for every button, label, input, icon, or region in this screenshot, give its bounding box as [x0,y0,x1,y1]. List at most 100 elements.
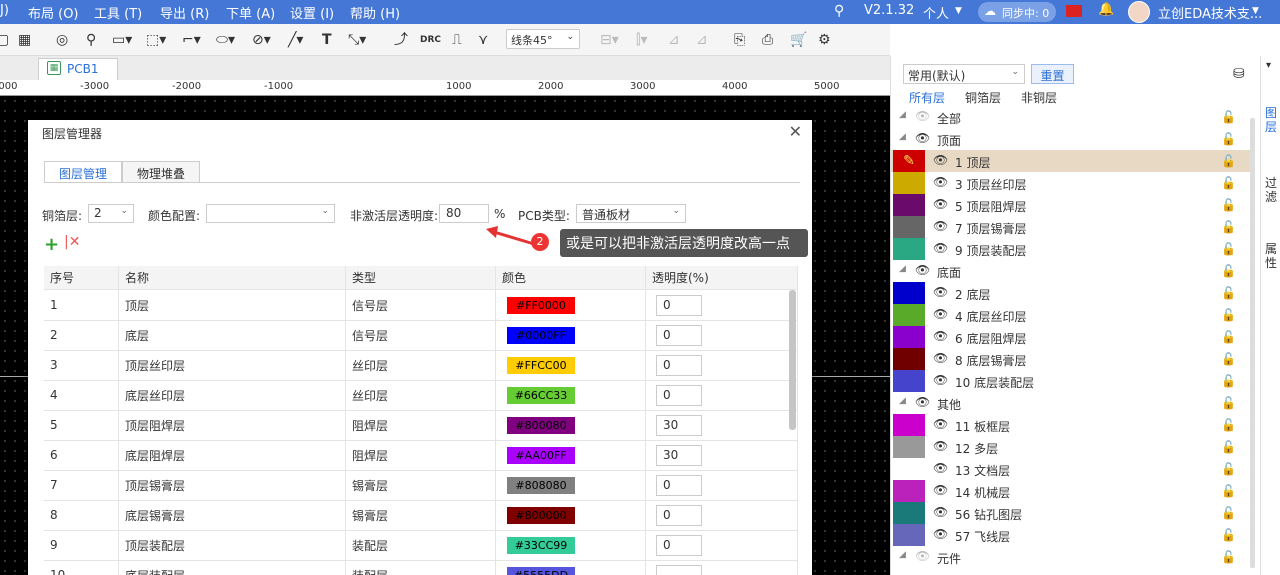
collapse-icon[interactable]: ◢ [899,396,906,406]
drc-icon[interactable]: DRC [420,30,441,50]
text-icon[interactable]: T [322,30,332,50]
dimension-icon[interactable]: ⤡▾ [348,30,366,50]
unlock-icon[interactable]: 🔓 [1221,374,1236,388]
route-icon[interactable]: ⎍ [452,30,462,50]
mirror-icon[interactable]: ⊿ [668,30,680,50]
layer-color-swatch[interactable] [893,436,925,458]
eye-icon[interactable]: 👁 [933,285,948,299]
opacity-input[interactable]: 0 [656,294,702,316]
opacity-input[interactable]: 30 [656,444,702,466]
eye-icon[interactable]: 👁 [915,395,930,409]
return-icon[interactable]: ⤴ [394,30,408,50]
eye-icon[interactable]: 👁 [933,461,948,475]
polygon-icon[interactable]: ⌐▾ [182,30,201,50]
unlock-icon[interactable]: 🔓 [1221,352,1236,366]
layer-item[interactable]: 👁 2 底层 🔓 [891,282,1253,304]
unlock-icon[interactable]: 🔓 [1221,110,1236,124]
eye-icon[interactable]: 👁 [933,439,948,453]
layer-color-swatch[interactable] [893,348,925,370]
via-icon[interactable]: ◎ [56,30,68,50]
inactive-opacity-input[interactable]: 80 [439,204,489,223]
layer-color-swatch[interactable]: ✎ [893,150,925,172]
layer-item[interactable]: 👁 6 底层阻焊层 🔓 [891,326,1253,348]
rect-icon[interactable]: ▭▾ [112,30,132,50]
unlock-icon[interactable]: 🔓 [1221,154,1236,168]
flip-icon[interactable]: ⊿ [696,30,708,50]
menu-order[interactable]: 下单 (A) [226,3,275,22]
account-chevron-icon[interactable]: ▼ [1252,6,1259,16]
layer-item[interactable]: 👁 7 顶层锡膏层 🔓 [891,216,1253,238]
unlock-icon[interactable]: 🔓 [1221,418,1236,432]
layer-item[interactable]: 👁 56 钻孔图层 🔓 [891,502,1253,524]
tab-non-copper[interactable]: 非铜层 [1021,89,1057,106]
gear-icon[interactable]: ⚙ [818,30,831,50]
layer-group[interactable]: ◢ 👁 全部 🔓 [891,106,1253,128]
layer-color-swatch[interactable] [893,370,925,392]
layer-group[interactable]: ◢ 👁 元件 🔓 [891,546,1253,568]
eye-icon[interactable]: 👁 [933,241,948,255]
color-swatch[interactable]: #0000FF [507,326,575,344]
eye-icon[interactable]: 👁 [933,527,948,541]
layer-group[interactable]: ◢ 👁 其他 🔓 [891,392,1253,414]
grid-icon[interactable]: ▦ [18,30,31,50]
unlock-icon[interactable]: 🔓 [1221,242,1236,256]
reset-button[interactable]: 重置 [1031,64,1074,84]
color-swatch[interactable]: #AA00FF [507,446,575,464]
collapse-icon[interactable]: ◢ [899,550,906,560]
table-row[interactable]: 9 顶层装配层 装配层 #33CC99 0 [44,530,798,561]
side-tab-layers[interactable]: 图层 [1265,106,1277,134]
layer-item[interactable]: 👁 10 底层装配层 🔓 [891,370,1253,392]
color-config-select[interactable]: ⌄ [206,204,335,223]
add-layer-icon[interactable]: + [44,234,59,255]
color-swatch[interactable]: #5555DD [507,566,575,575]
table-row[interactable]: 4 底层丝印层 丝印层 #66CC33 0 [44,380,798,411]
table-row[interactable]: 2 底层 信号层 #0000FF 0 [44,320,798,351]
opacity-input[interactable]: 0 [656,384,702,406]
unlock-icon[interactable]: 🔓 [1221,308,1236,322]
eye-icon[interactable]: 👁 [933,417,948,431]
scrollbar[interactable] [789,290,796,430]
sync-status[interactable]: ☁ 同步中: 0 [978,2,1056,22]
table-row[interactable]: 8 底层锡膏层 锡膏层 #800000 0 [44,500,798,531]
eye-icon[interactable]: 👁 [933,175,948,189]
pcb-type-select[interactable]: 普通板材 ⌄ [576,204,686,223]
eye-icon[interactable]: 👁 [933,373,948,387]
unlock-icon[interactable]: 🔓 [1221,484,1236,498]
line-mode-select[interactable]: 线条45° ⌄ [506,29,580,49]
table-row[interactable]: 3 顶层丝印层 丝印层 #FFCC00 0 [44,350,798,381]
avatar[interactable] [1128,1,1150,23]
copper-layers-select[interactable]: 2 ⌄ [88,204,134,223]
close-icon[interactable]: ✕ [789,122,802,141]
color-swatch[interactable]: #800080 [507,416,575,434]
panel-scrollbar[interactable] [1250,118,1255,568]
eye-icon[interactable]: 👁 [933,351,948,365]
unlock-icon[interactable]: 🔓 [1221,264,1236,278]
delete-layer-icon[interactable]: |✕ [64,234,80,250]
menu-edge[interactable]: J) [0,3,9,18]
layer-group[interactable]: ◢ 👁 底面 🔓 [891,260,1253,282]
table-row[interactable]: 6 底层阻焊层 阻焊层 #AA00FF 30 [44,440,798,471]
opacity-input[interactable]: 30 [656,414,702,436]
layer-color-swatch[interactable] [893,304,925,326]
color-swatch[interactable]: #FF0000 [507,296,575,314]
unlock-icon[interactable]: 🔓 [1221,396,1236,410]
collapse-icon[interactable]: ◢ [899,110,906,120]
user-menu[interactable]: 个人 [923,3,949,22]
table-row[interactable]: 5 顶层阻焊层 阻焊层 #800080 30 [44,410,798,441]
layer-item[interactable]: 👁 8 底层锡膏层 🔓 [891,348,1253,370]
opacity-input[interactable]: 0 [656,354,702,376]
layer-color-swatch[interactable] [893,282,925,304]
unlock-icon[interactable]: 🔓 [1221,132,1236,146]
layer-item[interactable]: 👁 4 底层丝印层 🔓 [891,304,1253,326]
menu-export[interactable]: 导出 (R) [160,3,209,22]
preset-select[interactable]: 常用(默认) ⌄ [903,64,1025,84]
table-row[interactable]: 1 顶层 信号层 #FF0000 0 [44,290,798,321]
toolbar-edge[interactable]: ▢ [0,30,9,50]
layer-color-swatch[interactable] [893,238,925,260]
eye-icon[interactable]: 👁 [915,109,930,123]
color-swatch[interactable]: #808080 [507,476,575,494]
eye-icon[interactable]: 👁 [933,483,948,497]
layer-item[interactable]: 👁 9 顶层装配层 🔓 [891,238,1253,260]
search-icon[interactable]: ⚲ [834,3,844,19]
layer-color-swatch[interactable] [893,458,925,480]
